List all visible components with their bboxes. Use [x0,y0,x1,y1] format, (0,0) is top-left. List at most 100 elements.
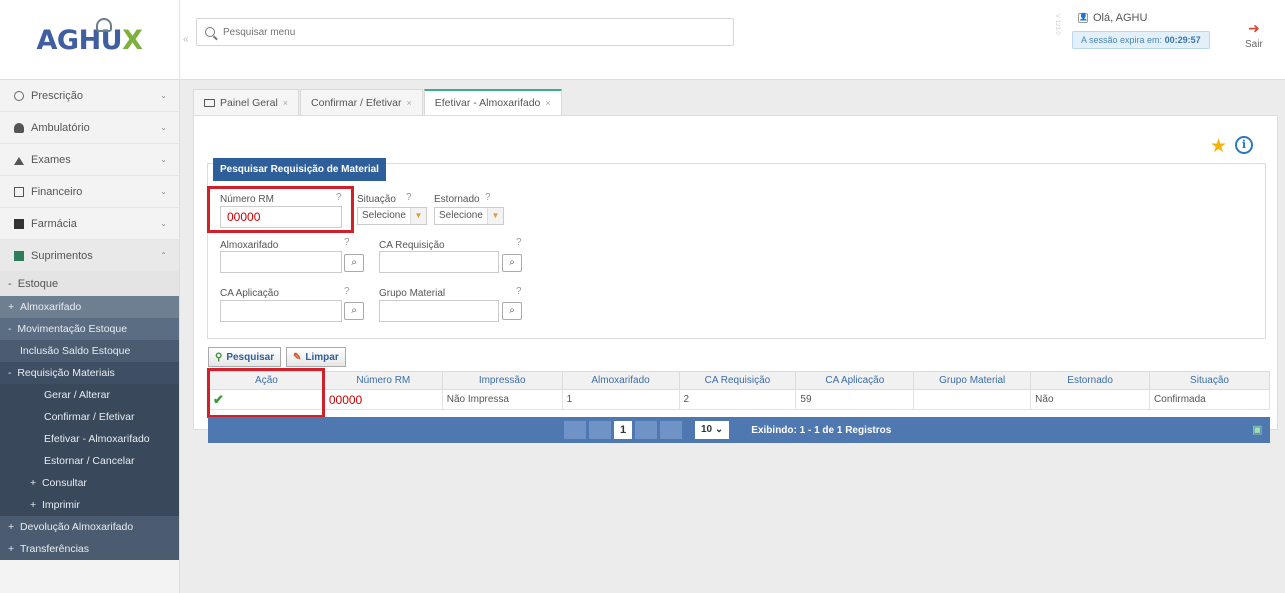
app-logo[interactable]: AGHUX [0,0,180,80]
sidebar-item-label: Gerar / Alterar [44,389,110,401]
sidebar-item-prescricao[interactable]: Prescrição ⌄ [0,80,179,112]
session-prefix: A sessão expira em: [1081,35,1163,45]
column-header-ca-requisicao[interactable]: CA Requisição [678,371,797,390]
chevron-down-icon: ▼ [410,208,426,224]
ca-requisicao-input[interactable] [379,251,499,273]
collapse-menu-icon[interactable]: « [183,34,189,45]
column-header-numero-rm[interactable]: Número RM [323,371,443,390]
situacao-selected: Selecione [362,210,406,221]
close-tab-icon[interactable]: × [283,98,288,108]
last-page-button[interactable] [660,421,682,439]
estornado-select[interactable]: Selecione ▼ [434,207,504,225]
sidebar-item-requisicao-materiais[interactable]: - Requisição Materiais [0,362,179,384]
sidebar-item-efetivar-almoxarifado[interactable]: Efetivar - Almoxarifado [0,428,179,450]
menu-search-box[interactable] [196,18,734,46]
first-page-button[interactable] [564,421,586,439]
limpar-button[interactable]: ✎ Limpar [286,347,346,367]
ca-aplicacao-input[interactable] [220,300,342,322]
logout-button[interactable]: ➜ Sair [1245,20,1263,50]
table-row[interactable]: ✔ 00000 Não Impressa 1 2 59 Não Confirma… [208,389,1270,410]
column-header-almoxarifado[interactable]: Almoxarifado [561,371,680,390]
ca-aplicacao-lookup-button[interactable]: ⌕ [344,302,364,320]
ca-requisicao-lookup-button[interactable]: ⌕ [502,254,522,272]
sidebar-item-ambulatorio[interactable]: Ambulatório ⌄ [0,112,179,144]
pharmacy-icon [14,218,24,229]
pesquisar-button[interactable]: ⚲ Pesquisar [208,347,282,367]
help-icon[interactable]: ? [344,237,350,248]
user-icon: 👤 [1078,13,1088,23]
logout-label: Sair [1245,39,1263,50]
sidebar-item-label: Financeiro [31,185,83,198]
column-header-estornado[interactable]: Estornado [1030,371,1151,390]
sidebar-item-exames[interactable]: Exames ⌄ [0,144,179,176]
help-icon[interactable]: ? [516,286,522,297]
tab-painel-geral[interactable]: Painel Geral × [193,89,300,115]
supplies-icon [14,250,24,261]
help-icon[interactable]: ? [485,192,491,203]
help-icon[interactable]: ? [406,192,412,203]
sidebar-item-suprimentos[interactable]: Suprimentos ⌃ [0,240,179,272]
current-page[interactable]: 1 [614,421,632,439]
highlight-box-numero-rm [207,186,354,233]
sidebar-item-estornar-cancelar[interactable]: Estornar / Cancelar [0,450,179,472]
sidebar-item-confirmar-efetivar[interactable]: Confirmar / Efetivar [0,406,179,428]
help-icon[interactable]: ? [344,286,350,297]
sidebar-item-label: Almoxarifado [19,301,82,313]
grupo-material-lookup-button[interactable]: ⌕ [502,302,522,320]
close-tab-icon[interactable]: × [545,98,550,108]
tab-efetivar-almoxarifado[interactable]: Efetivar - Almoxarifado × [423,89,562,115]
sidebar-item-estoque[interactable]: - Estoque [0,272,179,296]
content-panel: ★ i Pesquisar Requisição de Material Núm… [193,115,1278,443]
ca-aplicacao-label: CA Aplicação [220,288,279,299]
search-filter-panel [207,163,1266,339]
sidebar-item-imprimir[interactable]: + Imprimir [0,494,179,516]
chevron-down-icon: ▼ [487,208,503,224]
eraser-icon: ✎ [293,351,302,363]
logo-x-text: X [122,24,143,56]
monitor-icon [204,98,215,107]
almoxarifado-lookup-button[interactable]: ⌕ [344,254,364,272]
cell-estornado: Não [1030,389,1151,410]
greeting-text: Olá, AGHU [1093,12,1148,24]
sidebar-item-gerar-alterar[interactable]: Gerar / Alterar [0,384,179,406]
sidebar-item-consultar[interactable]: + Consultar [0,472,179,494]
column-header-grupo-material[interactable]: Grupo Material [913,371,1032,390]
version-label: V 123.0 [1054,14,1060,35]
sidebar-item-devolucao-almoxarifado[interactable]: + Devolução Almoxarifado [0,516,179,538]
close-tab-icon[interactable]: × [407,98,412,108]
page-size-select[interactable]: 10 ⌄ [695,421,730,439]
cell-numero-rm: 00000 [323,389,443,410]
sidebar-item-farmacia[interactable]: Farmácia ⌄ [0,208,179,240]
chevron-up-icon: ⌃ [160,251,167,260]
sidebar-item-label: Farmácia [31,217,77,230]
column-header-situacao[interactable]: Situação [1149,371,1270,390]
almoxarifado-label: Almoxarifado [220,240,279,251]
menu-search-input[interactable] [223,26,703,38]
next-page-button[interactable] [635,421,657,439]
info-icon[interactable]: i [1235,136,1253,154]
column-header-impressao[interactable]: Impressão [441,371,563,390]
help-icon[interactable]: ? [516,237,522,248]
user-greeting[interactable]: 👤 Olá, AGHU [1078,12,1210,24]
top-bar: AGHUX « V 123.0 👤 Olá, AGHU A sessão exp… [0,0,1285,80]
money-icon [14,186,24,197]
sidebar-item-almoxarifado[interactable]: + Almoxarifado [0,296,179,318]
main-content: Painel Geral × Confirmar / Efetivar × Efet… [193,89,1278,443]
tab-confirmar-efetivar[interactable]: Confirmar / Efetivar × [300,89,423,115]
favorite-star-icon[interactable]: ★ [1210,135,1227,158]
sidebar-item-financeiro[interactable]: Financeiro ⌄ [0,176,179,208]
column-header-ca-aplicacao[interactable]: CA Aplicação [795,371,915,390]
chevron-down-icon: ⌄ [160,123,167,132]
sidebar-item-transferencias[interactable]: + Transferências [0,538,179,560]
grupo-material-input[interactable] [379,300,499,322]
prev-page-button[interactable] [589,421,611,439]
sidebar-item-inclusao-saldo[interactable]: Inclusão Saldo Estoque [0,340,179,362]
situacao-select[interactable]: Selecione ▼ [357,207,427,225]
sidebar-item-label: Requisição Materiais [17,367,115,379]
almoxarifado-input[interactable] [220,251,342,273]
chevron-down-icon: ⌄ [160,219,167,228]
settings-icon[interactable]: ▣ [1252,423,1264,436]
sidebar-item-label: Consultar [41,477,87,489]
sidebar-item-movimentacao-estoque[interactable]: - Movimentação Estoque [0,318,179,340]
cell-situacao: Confirmada [1149,389,1270,410]
